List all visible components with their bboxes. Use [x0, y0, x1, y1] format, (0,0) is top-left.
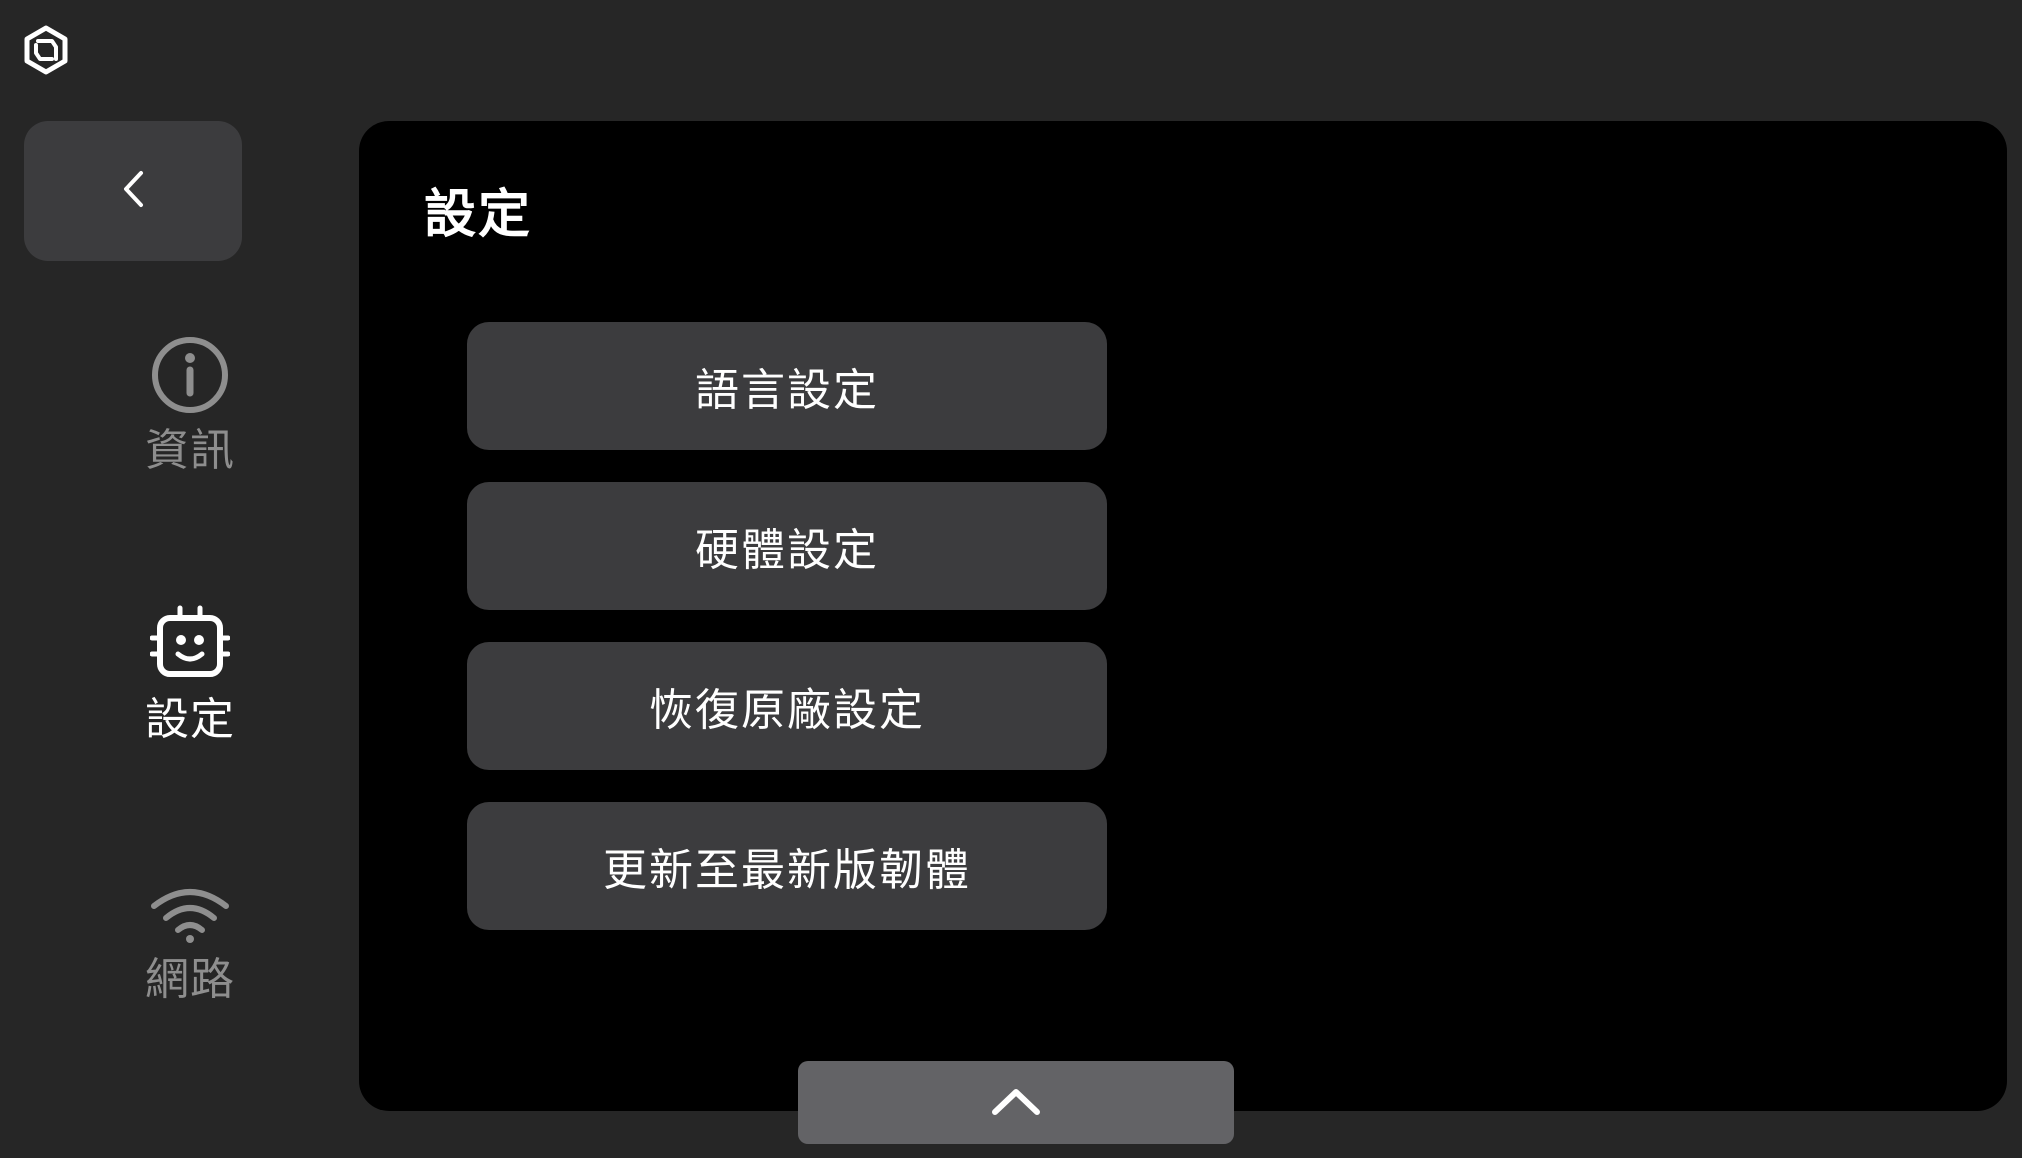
chevron-up-icon [991, 1086, 1041, 1120]
sidebar-item-label: 資訊 [145, 425, 235, 476]
sidebar-item-label: 設定 [145, 694, 235, 745]
button-label: 更新至最新版韌體 [603, 845, 971, 896]
chevron-left-icon [121, 169, 145, 213]
sidebar-item-settings[interactable]: 設定 [120, 604, 260, 746]
info-circle-icon [150, 335, 230, 419]
brand-logo-icon [22, 25, 70, 75]
language-settings-button[interactable]: 語言設定 [467, 322, 1107, 450]
firmware-update-button[interactable]: 更新至最新版韌體 [467, 802, 1107, 930]
button-label: 語言設定 [695, 365, 879, 416]
sidebar-item-network[interactable]: 網路 [120, 884, 260, 1006]
page-title: 設定 [424, 185, 533, 245]
main-panel [359, 121, 2007, 1111]
sidebar-item-info[interactable]: 資訊 [120, 335, 260, 477]
settings-screen: 資訊 設定 網路 設定 語言設定 硬體設定 恢復原廠設定 更新至最新版韌體 [0, 0, 2022, 1158]
sidebar-item-label: 網路 [145, 954, 235, 1005]
back-button[interactable] [24, 121, 242, 261]
wifi-icon [148, 884, 232, 948]
hardware-settings-button[interactable]: 硬體設定 [467, 482, 1107, 610]
factory-reset-button[interactable]: 恢復原廠設定 [467, 642, 1107, 770]
button-label: 硬體設定 [695, 525, 879, 576]
button-label: 恢復原廠設定 [649, 685, 925, 736]
robot-face-icon [149, 604, 231, 688]
scroll-up-button[interactable] [798, 1061, 1234, 1144]
